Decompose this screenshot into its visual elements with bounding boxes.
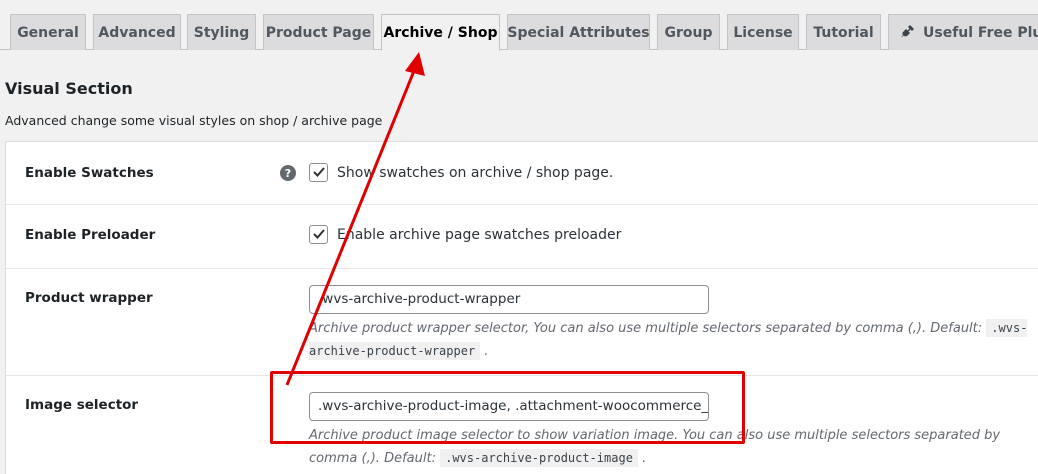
annotation-arrow-icon [285, 52, 425, 386]
